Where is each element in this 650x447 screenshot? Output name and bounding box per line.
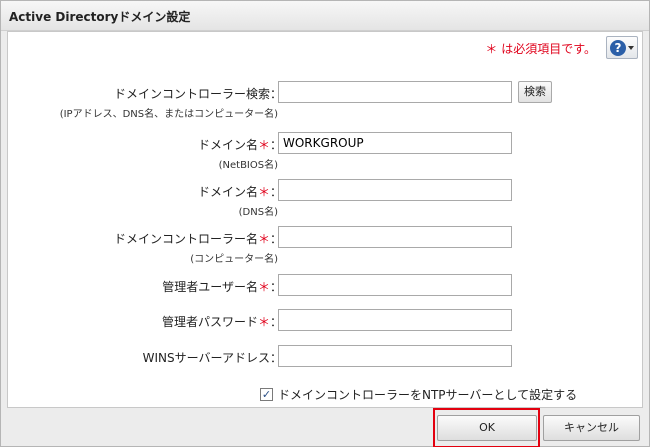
dc-search-label: ドメインコントローラー検索： <box>113 87 282 101</box>
netbios-label: ドメイン名＊： <box>197 138 282 152</box>
search-button[interactable]: 検索 <box>518 81 552 103</box>
admin-password-label: 管理者パスワード＊： <box>161 315 282 329</box>
wins-label: WINSサーバーアドレス： <box>142 351 282 365</box>
dialog-title: Active Directoryドメイン設定 <box>9 10 191 24</box>
dc-name-label: ドメインコントローラー名＊： <box>113 232 282 246</box>
admin-username-input[interactable] <box>278 274 512 296</box>
dc-name-sublabel: (コンピューター名) <box>190 254 278 265</box>
cancel-button[interactable]: キャンセル <box>543 415 640 441</box>
ntp-checkbox-label: ドメインコントローラーをNTPサーバーとして設定する <box>278 388 578 402</box>
netbios-sublabel: (NetBIOS名) <box>218 160 278 171</box>
netbios-domain-input[interactable] <box>278 132 512 154</box>
help-button[interactable]: ? <box>606 36 638 59</box>
admin-password-input[interactable] <box>278 309 512 331</box>
ntp-checkbox[interactable]: ✓ <box>260 388 273 401</box>
active-directory-dialog: Active Directoryドメイン設定 ＊ は必須項目です。 ? ドメイン… <box>0 0 650 447</box>
required-note: ＊ は必須項目です。 <box>485 42 596 56</box>
dc-name-input[interactable] <box>278 226 512 248</box>
chevron-down-icon <box>628 45 634 50</box>
help-icon: ? <box>610 39 626 56</box>
dns-sublabel: (DNS名) <box>238 207 278 218</box>
dc-search-input[interactable] <box>278 81 512 103</box>
ok-button-highlight <box>433 408 540 447</box>
dc-search-sublabel: (IPアドレス、DNS名、またはコンピューター名) <box>59 109 278 120</box>
admin-user-label: 管理者ユーザー名＊： <box>162 280 282 294</box>
dns-domain-input[interactable] <box>278 179 512 201</box>
settings-panel: ＊ は必須項目です。 ? ドメインコントローラー検索： (IPアドレス、DNS名… <box>7 31 643 408</box>
dns-label: ドメイン名＊： <box>197 185 282 199</box>
ntp-checkbox-row[interactable]: ✓ ドメインコントローラーをNTPサーバーとして設定する <box>260 386 577 403</box>
dialog-titlebar: Active Directoryドメイン設定 <box>1 1 649 31</box>
wins-server-input[interactable] <box>278 345 512 367</box>
